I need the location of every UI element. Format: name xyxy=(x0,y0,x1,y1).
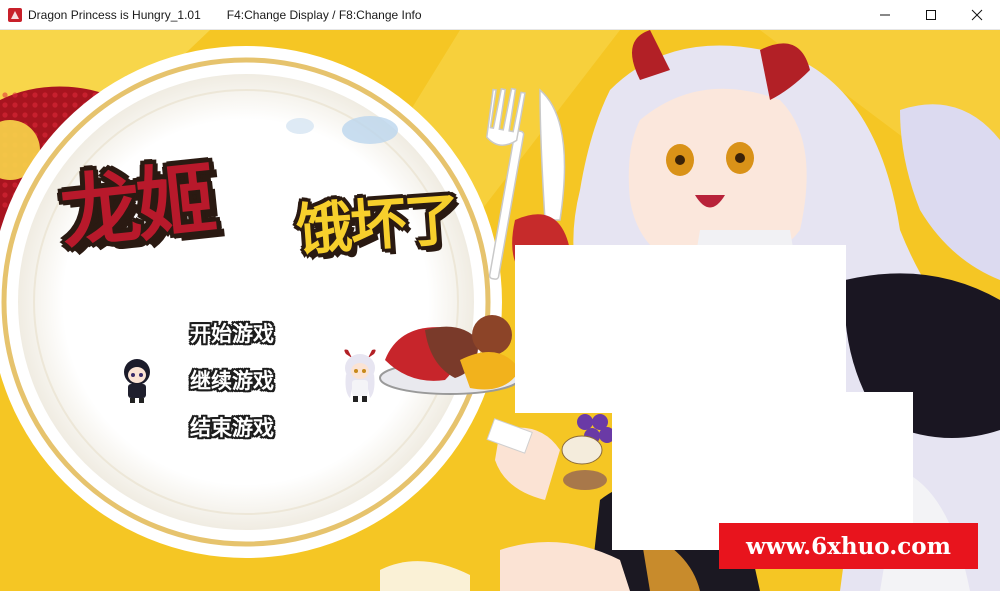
game-title-screen[interactable]: 龙姬 饿坏了 开始游戏 继续游戏 结束游戏 www.6xhuo.com xyxy=(0,30,1000,591)
chibi-cursor-left-sprite xyxy=(124,359,150,403)
minimize-button[interactable] xyxy=(862,0,908,30)
chibi-dragon-princess-sprite xyxy=(344,349,376,402)
game-logo-main: 龙姬 xyxy=(56,152,218,261)
game-logo-sub: 饿坏了 xyxy=(294,187,461,264)
site-watermark: www.6xhuo.com xyxy=(719,523,978,569)
app-icon xyxy=(8,7,22,22)
menu-continue-game[interactable]: 继续游戏 xyxy=(190,365,310,395)
menu-start-game[interactable]: 开始游戏 xyxy=(190,318,310,348)
close-icon xyxy=(971,9,983,21)
window-titlebar[interactable]: Dragon Princess is Hungry_1.01 F4:Change… xyxy=(0,0,1000,30)
maximize-icon xyxy=(926,10,936,20)
close-button[interactable] xyxy=(954,0,1000,30)
maximize-button[interactable] xyxy=(908,0,954,30)
window-title: Dragon Princess is Hungry_1.01 xyxy=(28,7,201,22)
window-hotkey-hint: F4:Change Display / F8:Change Info xyxy=(226,7,422,22)
menu-exit-game[interactable]: 结束游戏 xyxy=(190,412,310,442)
minimize-icon xyxy=(880,14,890,16)
censor-box-upper xyxy=(515,245,846,413)
watermark-text: www.6xhuo.com xyxy=(746,532,951,560)
